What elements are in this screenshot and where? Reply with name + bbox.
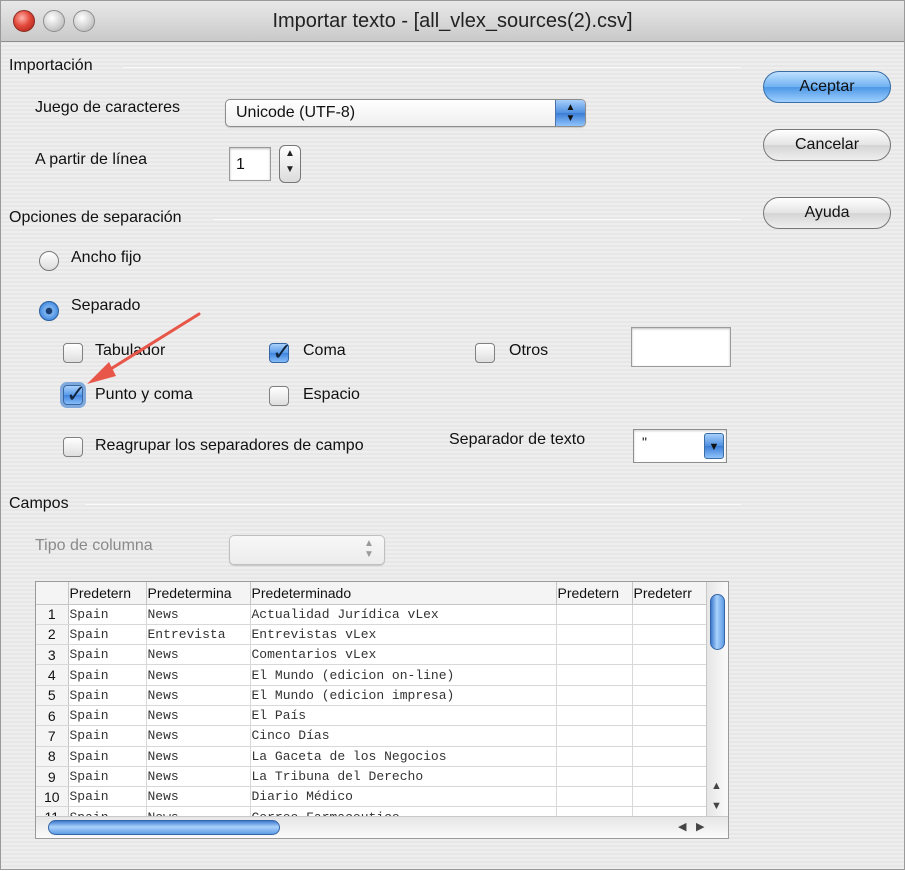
horizontal-scroll-thumb[interactable] — [48, 820, 280, 835]
import-text-dialog: Importar texto - [all_vlex_sources(2).cs… — [0, 0, 905, 870]
table-row[interactable]: 7 Spain News Cinco Días — [36, 725, 709, 747]
table-cell[interactable]: Spain — [68, 766, 147, 788]
table-cell[interactable]: Entrevista — [146, 624, 251, 646]
table-cell[interactable] — [556, 786, 633, 808]
table-cell[interactable] — [556, 725, 633, 747]
column-type-label: Tipo de columna — [35, 537, 153, 554]
fields-section-divider — [85, 504, 741, 505]
table-cell[interactable]: La Tribuna del Derecho — [250, 766, 557, 788]
preview-grid[interactable]: Predetern Predetermina Predeterminado Pr… — [35, 581, 729, 839]
table-cell[interactable]: El País — [250, 705, 557, 727]
table-cell[interactable] — [632, 644, 709, 666]
table-cell[interactable] — [632, 786, 709, 808]
table-row[interactable]: 9 Spain News La Tribuna del Derecho — [36, 766, 709, 788]
row-number: 5 — [36, 685, 69, 706]
table-cell[interactable] — [556, 685, 633, 706]
table-row[interactable]: 6 Spain News El País — [36, 705, 709, 727]
column-header[interactable]: Predetern — [68, 582, 147, 605]
table-row[interactable]: 4 Spain News El Mundo (edicion on-line) — [36, 664, 709, 686]
table-row[interactable]: 10 Spain News Diario Médico — [36, 786, 709, 808]
table-cell[interactable]: El Mundo (edicion on-line) — [250, 664, 557, 686]
table-cell[interactable]: News — [146, 786, 251, 808]
up-down-arrows-icon: ▲ ▼ — [364, 538, 374, 560]
table-cell[interactable] — [556, 766, 633, 788]
row-number: 7 — [36, 725, 69, 747]
row-number: 10 — [36, 786, 69, 808]
table-cell[interactable]: Spain — [68, 786, 147, 808]
row-number: 8 — [36, 746, 69, 767]
table-row[interactable]: 3 Spain News Comentarios vLex — [36, 644, 709, 666]
row-number: 1 — [36, 604, 69, 625]
table-cell[interactable]: Cinco Días — [250, 725, 557, 747]
column-header[interactable]: Predeterminado — [250, 582, 557, 605]
table-cell[interactable] — [556, 746, 633, 767]
table-cell[interactable]: News — [146, 685, 251, 706]
table-cell[interactable]: News — [146, 664, 251, 686]
table-row[interactable]: 8 Spain News La Gaceta de los Negocios — [36, 746, 709, 767]
table-cell[interactable]: Spain — [68, 664, 147, 686]
table-cell[interactable] — [632, 705, 709, 727]
scroll-right-icon[interactable]: ▶ — [696, 820, 704, 833]
table-cell[interactable] — [556, 644, 633, 666]
column-header[interactable]: Predeterr — [632, 582, 709, 605]
table-cell[interactable]: La Gaceta de los Negocios — [250, 746, 557, 767]
scroll-down-icon[interactable]: ▼ — [711, 800, 722, 812]
row-number: 3 — [36, 644, 69, 666]
table-cell[interactable] — [632, 725, 709, 747]
table-cell[interactable]: News — [146, 746, 251, 767]
row-number: 6 — [36, 705, 69, 727]
column-type-select[interactable]: ▲ ▼ — [229, 535, 385, 565]
table-cell[interactable]: Comentarios vLex — [250, 644, 557, 666]
table-cell[interactable] — [632, 746, 709, 767]
table-cell[interactable]: Spain — [68, 644, 147, 666]
row-number: 4 — [36, 664, 69, 686]
table-cell[interactable] — [556, 664, 633, 686]
table-cell[interactable] — [632, 685, 709, 706]
table-cell[interactable] — [556, 705, 633, 727]
table-cell[interactable] — [632, 664, 709, 686]
row-number: 2 — [36, 624, 69, 646]
fields-section-label: Campos — [9, 495, 69, 512]
table-cell[interactable]: El Mundo (edicion impresa) — [250, 685, 557, 706]
column-header[interactable]: Predetermina — [146, 582, 251, 605]
table-cell[interactable]: Spain — [68, 685, 147, 706]
table-cell[interactable] — [556, 624, 633, 646]
table-cell[interactable]: Spain — [68, 624, 147, 646]
table-cell[interactable]: News — [146, 766, 251, 788]
table-cell[interactable]: News — [146, 725, 251, 747]
table-cell[interactable]: Actualidad Jurídica vLex — [250, 604, 557, 625]
table-row[interactable]: 5 Spain News El Mundo (edicion impresa) — [36, 685, 709, 706]
table-cell[interactable]: Spain — [68, 705, 147, 727]
table-cell[interactable]: Diario Médico — [250, 786, 557, 808]
table-cell[interactable]: Spain — [68, 725, 147, 747]
table-cell[interactable] — [556, 604, 633, 625]
table-cell[interactable]: News — [146, 644, 251, 666]
vertical-scrollbar[interactable]: ▲ ▼ — [706, 582, 728, 818]
horizontal-scrollbar[interactable]: ◀ ▶ — [36, 816, 728, 838]
table-cell[interactable]: Entrevistas vLex — [250, 624, 557, 646]
preview-table: Predetern Predetermina Predeterminado Pr… — [36, 582, 709, 828]
row-number: 9 — [36, 766, 69, 788]
table-cell[interactable] — [632, 604, 709, 625]
table-cell[interactable] — [632, 624, 709, 646]
table-cell[interactable] — [632, 766, 709, 788]
table-row[interactable]: 1 Spain News Actualidad Jurídica vLex — [36, 604, 709, 625]
table-row[interactable]: 2 Spain Entrevista Entrevistas vLex — [36, 624, 709, 646]
table-cell[interactable]: News — [146, 604, 251, 625]
table-cell[interactable]: Spain — [68, 604, 147, 625]
column-header[interactable]: Predetern — [556, 582, 633, 605]
row-number-header[interactable] — [36, 582, 69, 605]
vertical-scroll-thumb[interactable] — [710, 594, 725, 650]
table-cell[interactable]: News — [146, 705, 251, 727]
scroll-left-icon[interactable]: ◀ — [678, 820, 686, 833]
header-row: Predetern Predetermina Predeterminado Pr… — [36, 582, 709, 605]
table-cell[interactable]: Spain — [68, 746, 147, 767]
scroll-up-icon[interactable]: ▲ — [711, 780, 722, 792]
